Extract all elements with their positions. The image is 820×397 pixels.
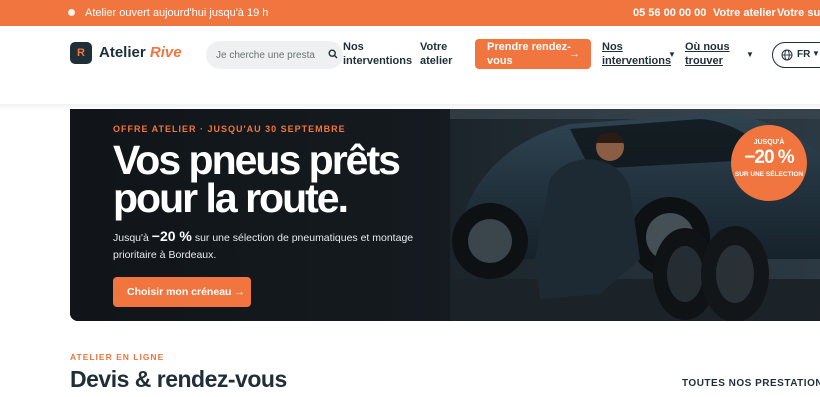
search-box[interactable]	[206, 41, 343, 69]
arrow-right-icon: →	[569, 48, 580, 60]
hero-description: Jusqu'à −20 % sur une sélection de pneum…	[113, 228, 433, 264]
hero-text-prefix: Jusqu'à	[113, 232, 149, 244]
choose-slot-button[interactable]: Choisir mon créneau →	[113, 277, 251, 307]
hero-banner: OFFRE ATELIER · JUSQU'AU 30 SEPTEMBRE Vo…	[70, 109, 820, 321]
status-dot-icon	[68, 9, 75, 16]
menu-find-us[interactable]: Où nous trouver	[685, 40, 745, 68]
badge-value: −20 %	[744, 147, 794, 168]
nav-interventions[interactable]: Nos interventions	[343, 40, 413, 68]
section-title: Devis & rendez-vous	[70, 366, 287, 392]
chevron-down-icon[interactable]: ▼	[668, 50, 676, 59]
language-selector[interactable]: FR ▼	[772, 42, 820, 68]
top-atelier-link[interactable]: Votre atelier	[713, 7, 776, 19]
hero-eyebrow: OFFRE ATELIER · JUSQU'AU 30 SEPTEMBRE	[113, 124, 346, 134]
nav-atelier[interactable]: Votre atelier	[420, 40, 470, 68]
logo[interactable]: Atelier Rive	[99, 44, 182, 61]
discount-badge: JUSQU'À −20 % SUR UNE SÉLECTION	[731, 125, 807, 201]
chevron-down-icon[interactable]: ▼	[746, 50, 754, 59]
opening-status: Atelier ouvert aujourd'hui jusqu'à 19 h	[85, 7, 269, 19]
logo-accent: Rive	[149, 44, 182, 61]
logo-mark-icon[interactable]: R	[70, 42, 92, 64]
search-icon[interactable]	[328, 49, 338, 59]
book-appointment-label: Prendre rendez-vous	[487, 41, 571, 67]
search-input[interactable]	[216, 47, 321, 63]
globe-icon	[781, 49, 793, 61]
menu-interventions[interactable]: Nos interventions	[602, 40, 672, 68]
top-suivi-link[interactable]: Votre suivi	[777, 7, 820, 19]
book-appointment-button[interactable]: Prendre rendez-vous →	[475, 39, 591, 69]
all-services-link[interactable]: TOUTES NOS PRESTATIONS →	[682, 378, 820, 389]
hero-discount: −20 %	[151, 228, 192, 244]
hero-title: Vos pneus prêts pour la route.	[113, 137, 401, 221]
logo-name: Atelier	[99, 44, 146, 61]
badge-top: JUSQU'À	[753, 139, 785, 146]
chevron-down-icon: ▼	[812, 49, 820, 58]
badge-bottom: SUR UNE SÉLECTION	[734, 171, 804, 178]
phone-link[interactable]: 05 56 00 00 00	[633, 7, 706, 19]
language-label: FR	[797, 49, 811, 60]
announcement-bar: Atelier ouvert aujourd'hui jusqu'à 19 h …	[0, 0, 820, 26]
section-eyebrow: ATELIER EN LIGNE	[70, 352, 165, 362]
